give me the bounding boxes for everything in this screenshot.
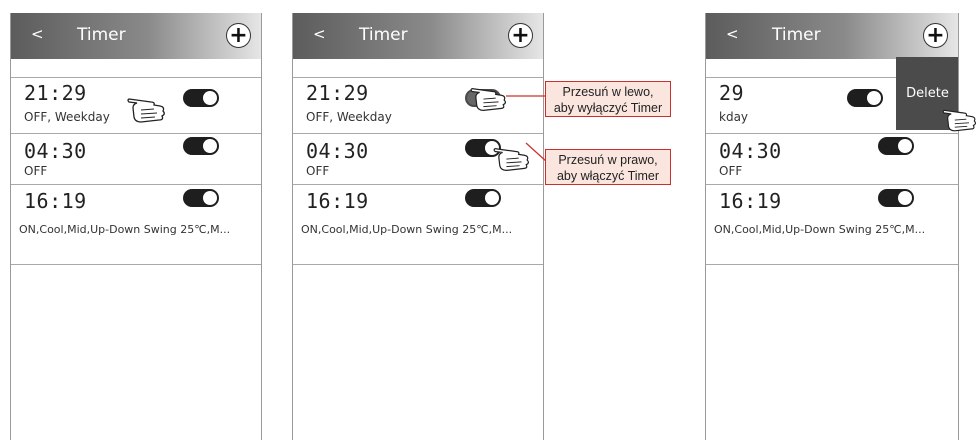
timer-row[interactable]: 04:30 OFF [706, 135, 958, 185]
timer-time: 04:30 [719, 139, 782, 163]
callout-line: Przesuń w lewo, [562, 85, 654, 99]
callout-line: Przesuń w prawo, [558, 153, 658, 167]
timer-screen-3: < Timer + 29 kday 04:30 OFF 16:19 ON,Coo… [705, 13, 977, 440]
callout-line: aby włączyć Timer [556, 169, 660, 183]
header-bar: < Timer + [706, 13, 958, 59]
timer-row[interactable]: 16:19 ON,Cool,Mid,Up-Down Swing 25℃,M... [706, 185, 958, 265]
swipe-right-callout: Przesuń w prawo, aby włączyć Timer [545, 149, 671, 185]
screen-title: Timer [772, 25, 821, 45]
callout-line: aby wyłączyć Timer [553, 101, 663, 115]
timer-toggle[interactable] [847, 89, 883, 107]
timer-toggle[interactable] [878, 189, 914, 207]
timer-detail: ON,Cool,Mid,Up-Down Swing 25℃,M... [714, 223, 926, 236]
timer-toggle[interactable] [878, 137, 914, 155]
pointing-hand-icon [942, 109, 977, 132]
timer-detail: OFF [719, 164, 743, 178]
back-button[interactable]: < [726, 25, 739, 43]
timer-detail: kday [719, 110, 749, 124]
add-timer-button[interactable]: + [923, 23, 948, 48]
timer-time: 16:19 [719, 189, 782, 213]
timer-time: 29 [719, 81, 745, 105]
swipe-left-callout: Przesuń w lewo, aby wyłączyć Timer [545, 81, 671, 117]
